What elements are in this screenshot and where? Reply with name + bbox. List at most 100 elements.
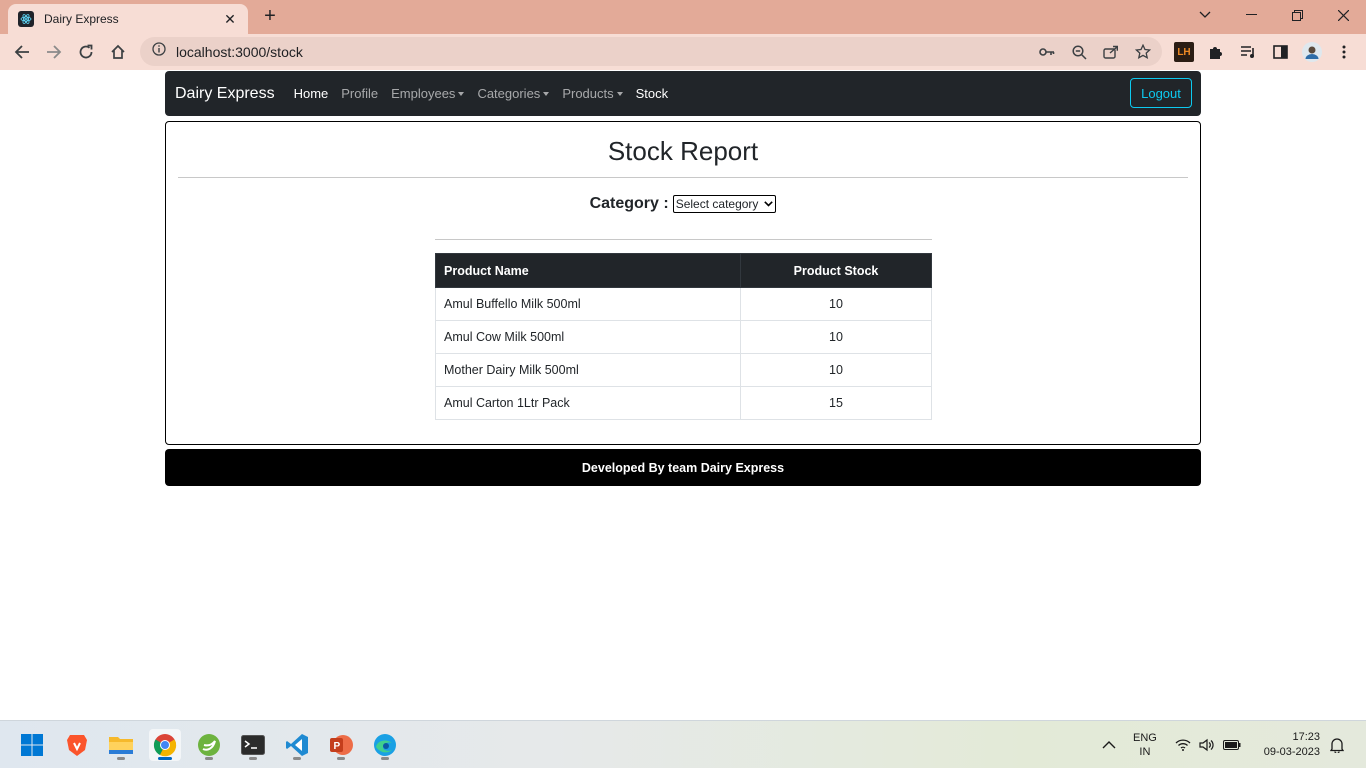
browser-tab[interactable]: Dairy Express ✕ bbox=[8, 4, 248, 34]
terminal-icon[interactable] bbox=[237, 729, 269, 761]
lighthouse-extension-icon[interactable]: LH bbox=[1174, 42, 1194, 62]
table-header-row: Product Name Product Stock bbox=[435, 253, 932, 288]
caret-down-icon bbox=[616, 91, 623, 96]
page-footer: Developed By team Dairy Express bbox=[165, 449, 1201, 486]
product-name-cell: Amul Buffello Milk 500ml bbox=[435, 287, 741, 321]
bookmark-star-icon[interactable] bbox=[1133, 42, 1153, 62]
edge-icon[interactable] bbox=[369, 729, 401, 761]
browser-tabstrip: Dairy Express ✕ + bbox=[0, 0, 1366, 34]
info-icon[interactable] bbox=[152, 42, 166, 61]
key-icon[interactable] bbox=[1037, 42, 1057, 62]
share-icon[interactable] bbox=[1101, 42, 1121, 62]
back-arrow-icon[interactable] bbox=[8, 38, 36, 66]
browser-toolbar: localhost:3000/stock LH bbox=[0, 34, 1366, 70]
nav-link-label: Products bbox=[562, 86, 614, 101]
caret-down-icon bbox=[543, 91, 550, 96]
url-text: localhost:3000/stock bbox=[176, 43, 303, 60]
clock-date: 09-03-2023 bbox=[1263, 746, 1320, 758]
file-explorer-icon[interactable] bbox=[105, 729, 137, 761]
app-running-indicator bbox=[249, 757, 257, 760]
minimize-button[interactable] bbox=[1228, 0, 1274, 30]
app-active-indicator bbox=[158, 757, 172, 760]
nav-link-label: Home bbox=[293, 86, 329, 101]
app-running-indicator bbox=[205, 757, 213, 760]
volume-icon[interactable] bbox=[1199, 721, 1215, 768]
profile-avatar[interactable] bbox=[1302, 42, 1322, 62]
brave-browser-icon[interactable] bbox=[61, 729, 93, 761]
logout-button[interactable]: Logout bbox=[1130, 78, 1192, 108]
extensions-puzzle-icon[interactable] bbox=[1206, 42, 1226, 62]
clock[interactable]: 17:23 09-03-2023 bbox=[1254, 721, 1320, 768]
category-select[interactable]: Select category bbox=[672, 195, 777, 213]
category-select-value: Select category bbox=[675, 197, 759, 211]
nav-link-label: Categories bbox=[477, 86, 541, 101]
menu-kebab-icon[interactable] bbox=[1334, 42, 1354, 62]
nav-link-label: Stock bbox=[635, 86, 669, 101]
restore-button[interactable] bbox=[1274, 0, 1320, 30]
column-header-product-name: Product Name bbox=[435, 253, 741, 288]
nav-dropdown-categories[interactable]: Categories bbox=[477, 86, 550, 101]
spring-tool-icon[interactable] bbox=[193, 729, 225, 761]
product-stock-cell: 10 bbox=[740, 320, 932, 354]
svg-text:P: P bbox=[334, 741, 341, 752]
clock-time: 17:23 bbox=[1292, 731, 1320, 743]
caret-down-icon bbox=[458, 91, 465, 96]
language-indicator[interactable]: ENG IN bbox=[1133, 721, 1157, 768]
tab-title: Dairy Express bbox=[44, 12, 119, 26]
language-code: ENG bbox=[1133, 732, 1157, 744]
region-code: IN bbox=[1139, 746, 1151, 758]
nav-dropdown-employees[interactable]: Employees bbox=[391, 86, 465, 101]
nav-link-label: Profile bbox=[341, 86, 379, 101]
close-window-button[interactable] bbox=[1320, 0, 1366, 30]
nav-link-label: Employees bbox=[391, 86, 456, 101]
side-panel-icon[interactable] bbox=[1270, 42, 1290, 62]
chrome-icon[interactable] bbox=[149, 729, 181, 761]
divider bbox=[435, 239, 932, 240]
product-stock-cell: 15 bbox=[740, 386, 932, 420]
close-tab-icon[interactable]: ✕ bbox=[222, 11, 238, 28]
navbar-brand[interactable]: Dairy Express bbox=[175, 85, 275, 103]
notification-bell-icon[interactable] bbox=[1330, 721, 1344, 768]
new-tab-button[interactable]: + bbox=[258, 5, 282, 29]
category-label: Category : bbox=[589, 195, 669, 212]
product-name-cell: Amul Cow Milk 500ml bbox=[435, 320, 741, 354]
chevron-up-icon[interactable] bbox=[1102, 721, 1116, 768]
app-running-indicator bbox=[381, 757, 389, 760]
divider bbox=[178, 177, 1188, 178]
table-row: Amul Buffello Milk 500ml 10 bbox=[435, 287, 932, 321]
powerpoint-icon[interactable]: P bbox=[325, 729, 357, 761]
stock-report-card: Stock Report Category : Select category … bbox=[165, 121, 1201, 445]
battery-icon[interactable] bbox=[1223, 721, 1241, 768]
nav-link-stock[interactable]: Stock bbox=[636, 86, 669, 101]
forward-arrow-icon[interactable] bbox=[40, 38, 68, 66]
product-name-cell: Amul Carton 1Ltr Pack bbox=[435, 386, 741, 420]
vscode-icon[interactable] bbox=[281, 729, 313, 761]
extension-label: LH bbox=[1177, 46, 1191, 58]
nav-dropdown-products[interactable]: Products bbox=[562, 86, 623, 101]
product-stock-cell: 10 bbox=[740, 353, 932, 387]
wifi-icon[interactable] bbox=[1175, 721, 1191, 768]
app-running-indicator bbox=[117, 757, 125, 760]
table-row: Mother Dairy Milk 500ml 10 bbox=[435, 353, 932, 387]
windows-taskbar: P ENG IN 17:23 09-03-2023 bbox=[0, 720, 1366, 768]
column-header-product-stock: Product Stock bbox=[740, 253, 932, 288]
address-bar[interactable]: localhost:3000/stock bbox=[140, 37, 1162, 66]
nav-link-home[interactable]: Home bbox=[294, 86, 329, 101]
reading-list-icon[interactable] bbox=[1238, 42, 1258, 62]
react-icon bbox=[18, 11, 34, 27]
home-icon[interactable] bbox=[104, 38, 132, 66]
product-name-cell: Mother Dairy Milk 500ml bbox=[435, 353, 741, 387]
windows-start-icon[interactable] bbox=[16, 729, 48, 761]
zoom-icon[interactable] bbox=[1069, 42, 1089, 62]
chevron-down-icon[interactable] bbox=[1182, 0, 1228, 30]
chevron-down-icon bbox=[764, 199, 774, 210]
nav-link-profile[interactable]: Profile bbox=[341, 86, 378, 101]
product-stock-cell: 10 bbox=[740, 287, 932, 321]
app-navbar: Dairy Express Home Profile Employees Cat… bbox=[165, 71, 1201, 116]
app-running-indicator bbox=[337, 757, 345, 760]
app-running-indicator bbox=[293, 757, 301, 760]
category-filter: Category : Select category bbox=[166, 195, 1200, 213]
reload-icon[interactable] bbox=[72, 38, 100, 66]
page-title: Stock Report bbox=[607, 136, 759, 166]
table-row: Amul Carton 1Ltr Pack 15 bbox=[435, 386, 932, 420]
